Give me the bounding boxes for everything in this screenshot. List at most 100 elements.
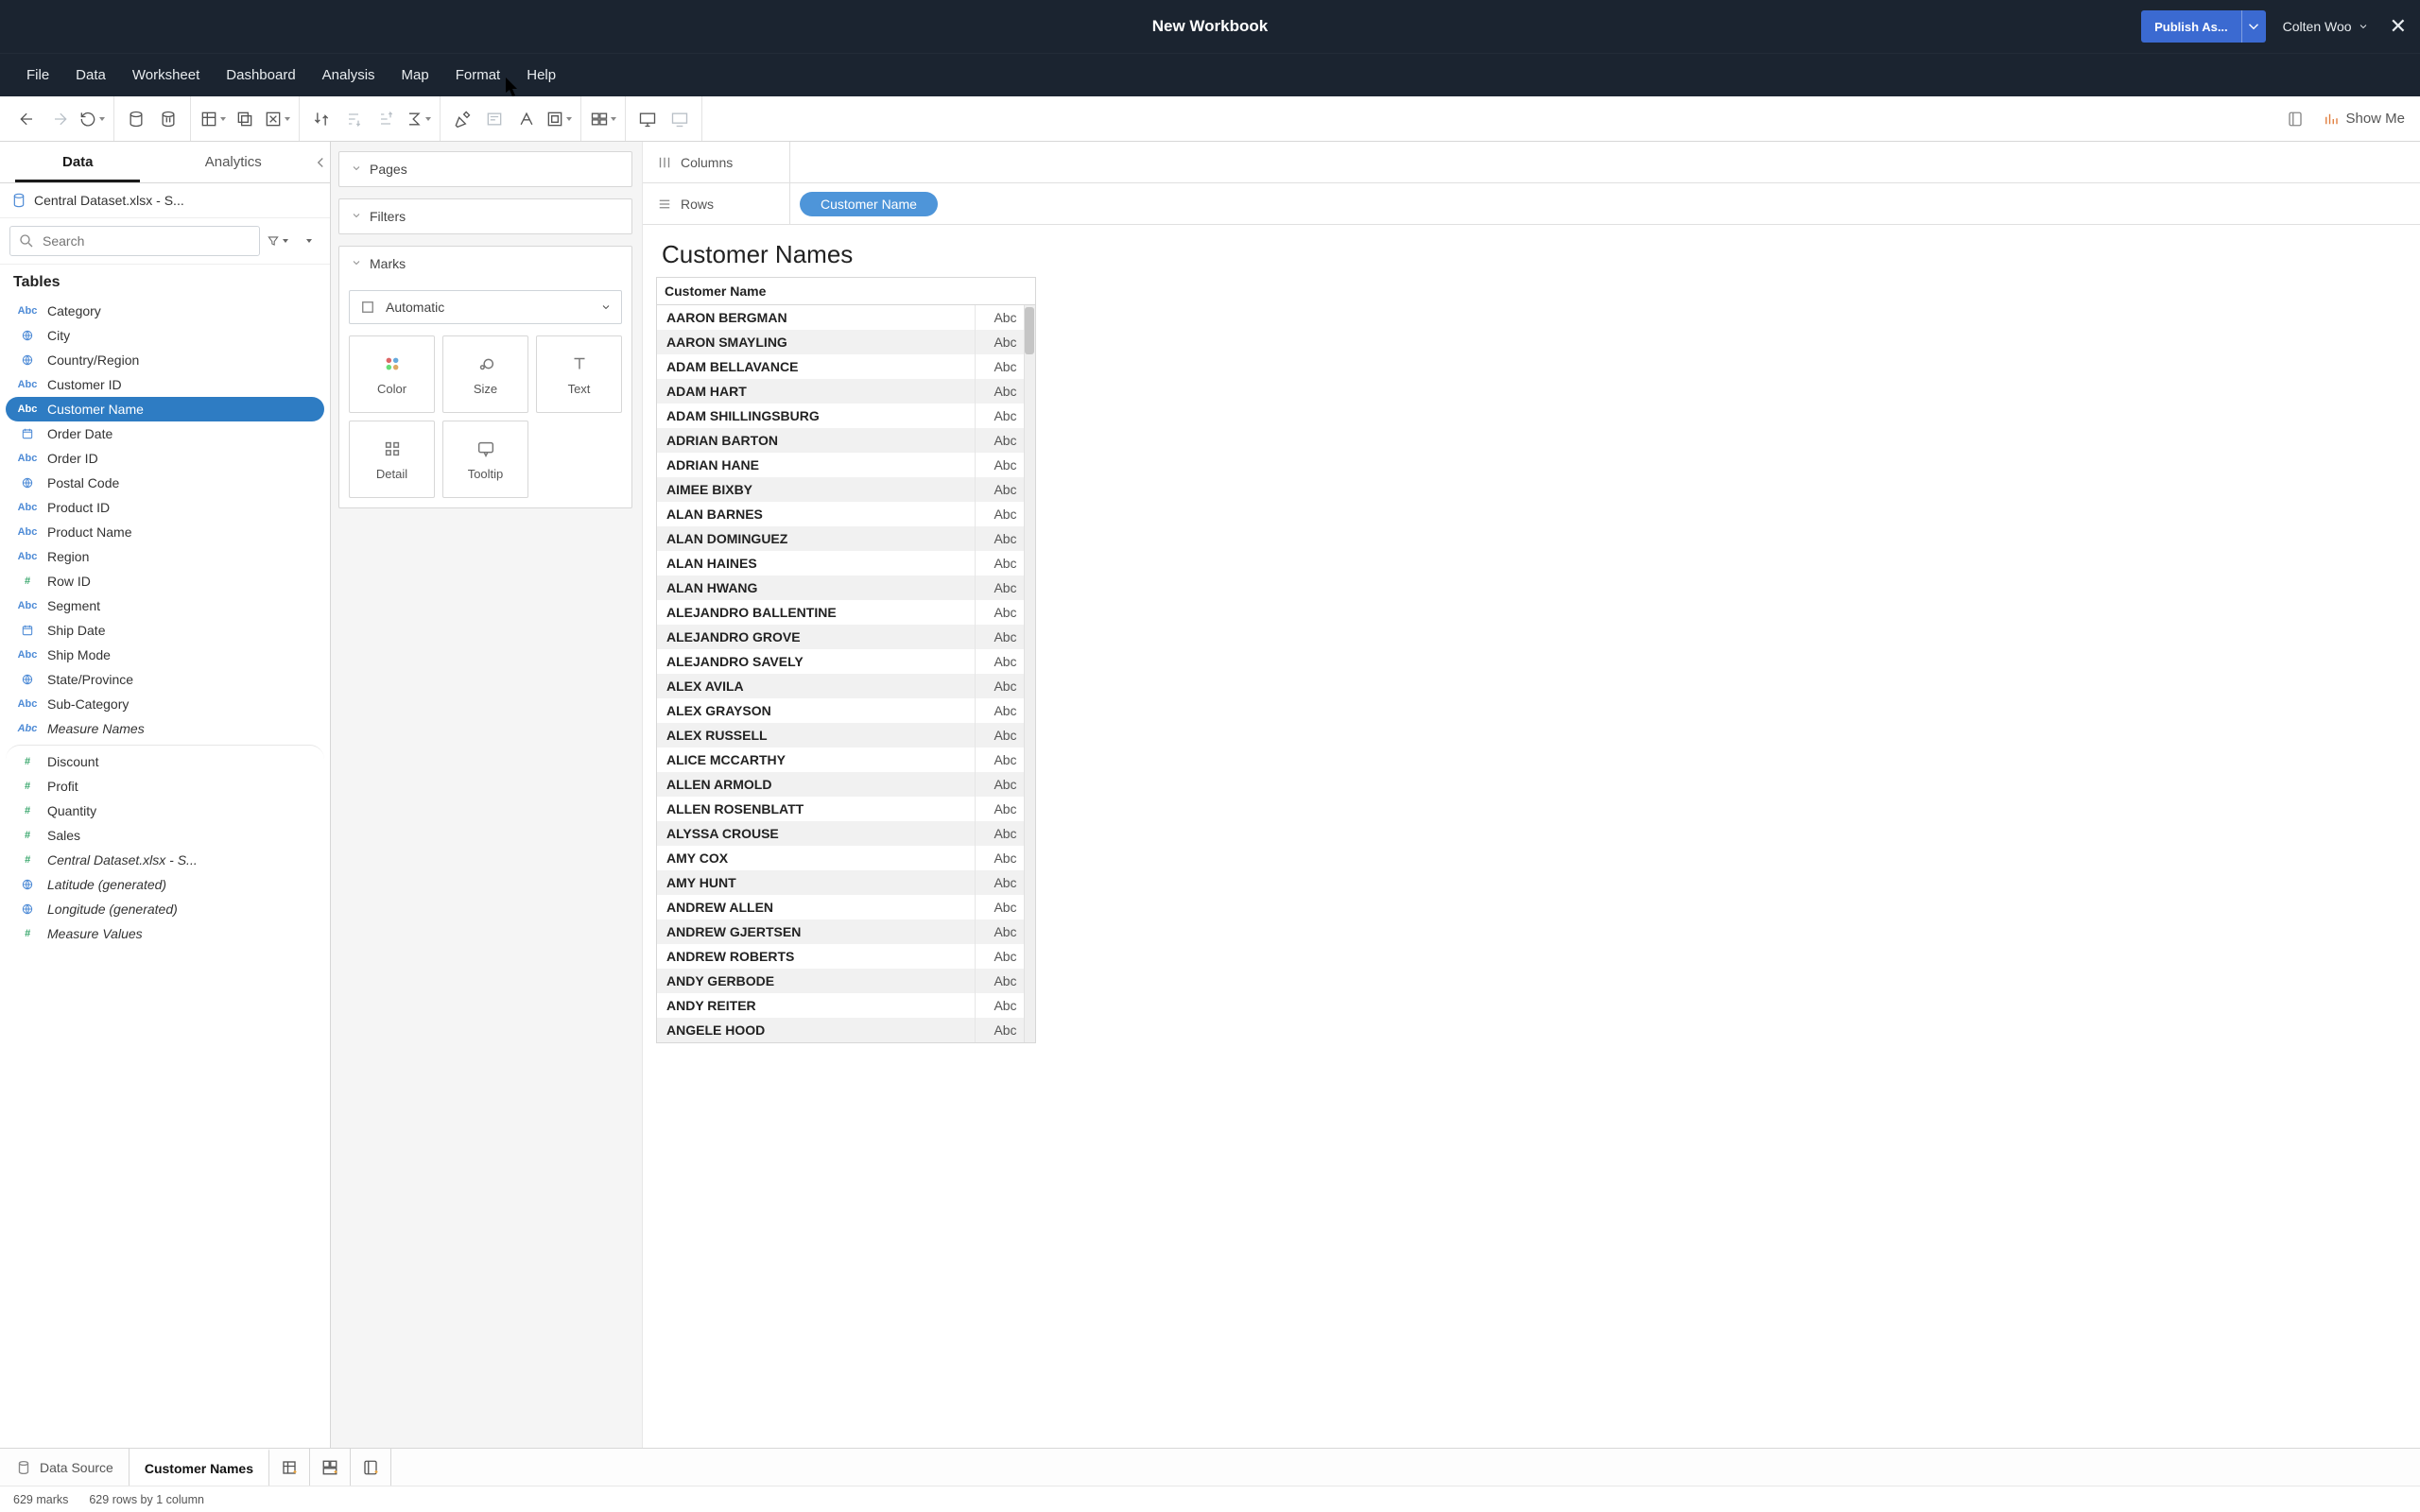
field-row[interactable]: AbcProduct Name [6, 520, 324, 544]
table-row[interactable]: ADRIAN HANEAbc [657, 453, 1035, 477]
field-row[interactable]: #Discount [6, 745, 324, 774]
table-row[interactable]: ANDY GERBODEAbc [657, 969, 1035, 993]
table-row[interactable]: AMY HUNTAbc [657, 870, 1035, 895]
close-icon[interactable]: ✕ [2386, 14, 2411, 39]
table-row[interactable]: ALAN BARNESAbc [657, 502, 1035, 526]
redo-button[interactable] [43, 103, 76, 135]
table-row[interactable]: AARON SMAYLINGAbc [657, 330, 1035, 354]
new-worksheet-tab-button[interactable] [269, 1449, 310, 1486]
new-datasource-button[interactable] [120, 103, 152, 135]
menu-format[interactable]: Format [442, 58, 514, 93]
user-menu[interactable]: Colten Woo [2283, 19, 2369, 34]
field-row[interactable]: AbcProduct ID [6, 495, 324, 520]
menu-help[interactable]: Help [513, 58, 569, 93]
tab-datasource[interactable]: Data Source [0, 1449, 130, 1486]
grid-scrollbar[interactable] [1024, 305, 1035, 1042]
table-row[interactable]: ANDREW GJERTSENAbc [657, 919, 1035, 944]
clear-sheet-button[interactable] [261, 103, 293, 135]
show-cards-button[interactable] [587, 103, 619, 135]
search-input[interactable] [43, 233, 251, 249]
table-row[interactable]: ALICE MCCARTHYAbc [657, 747, 1035, 772]
new-story-tab-button[interactable] [351, 1449, 391, 1486]
pages-collapse-icon[interactable] [351, 162, 362, 177]
table-row[interactable]: ALAN DOMINGUEZAbc [657, 526, 1035, 551]
filters-collapse-icon[interactable] [351, 209, 362, 224]
sort-asc-button[interactable] [337, 103, 370, 135]
filter-fields-button[interactable] [264, 228, 290, 254]
table-row[interactable]: AIMEE BIXBYAbc [657, 477, 1035, 502]
menu-file[interactable]: File [13, 58, 62, 93]
sort-desc-button[interactable] [370, 103, 402, 135]
table-row[interactable]: ADAM SHILLINGSBURGAbc [657, 404, 1035, 428]
table-row[interactable]: ANDREW ALLENAbc [657, 895, 1035, 919]
table-row[interactable]: ALEJANDRO BALLENTINEAbc [657, 600, 1035, 625]
table-row[interactable]: ALEX AVILAAbc [657, 674, 1035, 698]
sheet-title[interactable]: Customer Names [643, 225, 2420, 277]
presentation-mode-button[interactable] [631, 103, 664, 135]
field-row[interactable]: AbcShip Mode [6, 643, 324, 667]
table-row[interactable]: ALAN HAINESAbc [657, 551, 1035, 576]
swap-rows-columns-button[interactable] [305, 103, 337, 135]
field-row[interactable]: #Measure Values [6, 921, 324, 946]
menu-data[interactable]: Data [62, 58, 119, 93]
fit-button[interactable] [543, 103, 575, 135]
show-me-button[interactable]: Show Me [2323, 111, 2405, 128]
field-row[interactable]: #Row ID [6, 569, 324, 593]
table-row[interactable]: ALEJANDRO SAVELYAbc [657, 649, 1035, 674]
new-worksheet-button[interactable] [197, 103, 229, 135]
undo-button[interactable] [11, 103, 43, 135]
table-row[interactable]: ANGELE HOODAbc [657, 1018, 1035, 1042]
field-row[interactable]: Postal Code [6, 471, 324, 495]
menu-dashboard[interactable]: Dashboard [213, 58, 308, 93]
field-row[interactable]: #Profit [6, 774, 324, 799]
publish-as-caret-icon[interactable] [2241, 10, 2266, 43]
mark-detail-button[interactable]: Detail [349, 421, 435, 498]
grid-column-header[interactable]: Customer Name [657, 278, 1035, 305]
revert-button[interactable] [76, 103, 108, 135]
table-row[interactable]: ALAN HWANGAbc [657, 576, 1035, 600]
table-row[interactable]: ANDY REITERAbc [657, 993, 1035, 1018]
mark-tooltip-button[interactable]: Tooltip [442, 421, 528, 498]
pause-autoupdate-button[interactable] [152, 103, 184, 135]
table-row[interactable]: ANDREW ROBERTSAbc [657, 944, 1035, 969]
field-row[interactable]: #Sales [6, 823, 324, 848]
show-labels-button[interactable] [478, 103, 510, 135]
mark-color-button[interactable]: Color [349, 335, 435, 413]
new-dashboard-tab-button[interactable] [310, 1449, 351, 1486]
field-row[interactable]: Order Date [6, 421, 324, 446]
field-row[interactable]: Country/Region [6, 348, 324, 372]
field-row[interactable]: AbcCategory [6, 299, 324, 323]
table-row[interactable]: ADRIAN BARTONAbc [657, 428, 1035, 453]
totals-button[interactable] [402, 103, 434, 135]
mark-text-button[interactable]: Text [536, 335, 622, 413]
menu-analysis[interactable]: Analysis [309, 58, 389, 93]
field-row[interactable]: #Quantity [6, 799, 324, 823]
field-row[interactable]: AbcSub-Category [6, 692, 324, 716]
duplicate-sheet-button[interactable] [229, 103, 261, 135]
rows-shelf[interactable]: Rows Customer Name [643, 183, 2420, 225]
field-row[interactable]: City [6, 323, 324, 348]
device-preview-button[interactable] [664, 103, 696, 135]
field-row[interactable]: AbcOrder ID [6, 446, 324, 471]
menu-map[interactable]: Map [389, 58, 442, 93]
format-button[interactable] [510, 103, 543, 135]
search-field[interactable] [9, 226, 260, 256]
table-row[interactable]: ADAM BELLAVANCEAbc [657, 354, 1035, 379]
rows-pill-customer-name[interactable]: Customer Name [800, 192, 938, 216]
mark-type-select[interactable]: Automatic [349, 290, 622, 324]
field-row[interactable]: AbcCustomer ID [6, 372, 324, 397]
view-options-button[interactable] [294, 228, 320, 254]
columns-shelf[interactable]: Columns [643, 142, 2420, 183]
tab-sheet-active[interactable]: Customer Names [130, 1449, 269, 1486]
field-row[interactable]: #Central Dataset.xlsx - S... [6, 848, 324, 872]
field-row[interactable]: Latitude (generated) [6, 872, 324, 897]
table-row[interactable]: ALEX GRAYSONAbc [657, 698, 1035, 723]
data-guide-icon[interactable] [2285, 109, 2306, 129]
grid-scrollbar-thumb[interactable] [1025, 307, 1034, 354]
table-row[interactable]: AMY COXAbc [657, 846, 1035, 870]
field-row[interactable]: AbcSegment [6, 593, 324, 618]
field-row[interactable]: Longitude (generated) [6, 897, 324, 921]
mark-size-button[interactable]: Size [442, 335, 528, 413]
table-row[interactable]: ALYSSA CROUSEAbc [657, 821, 1035, 846]
table-row[interactable]: ALEX RUSSELLAbc [657, 723, 1035, 747]
